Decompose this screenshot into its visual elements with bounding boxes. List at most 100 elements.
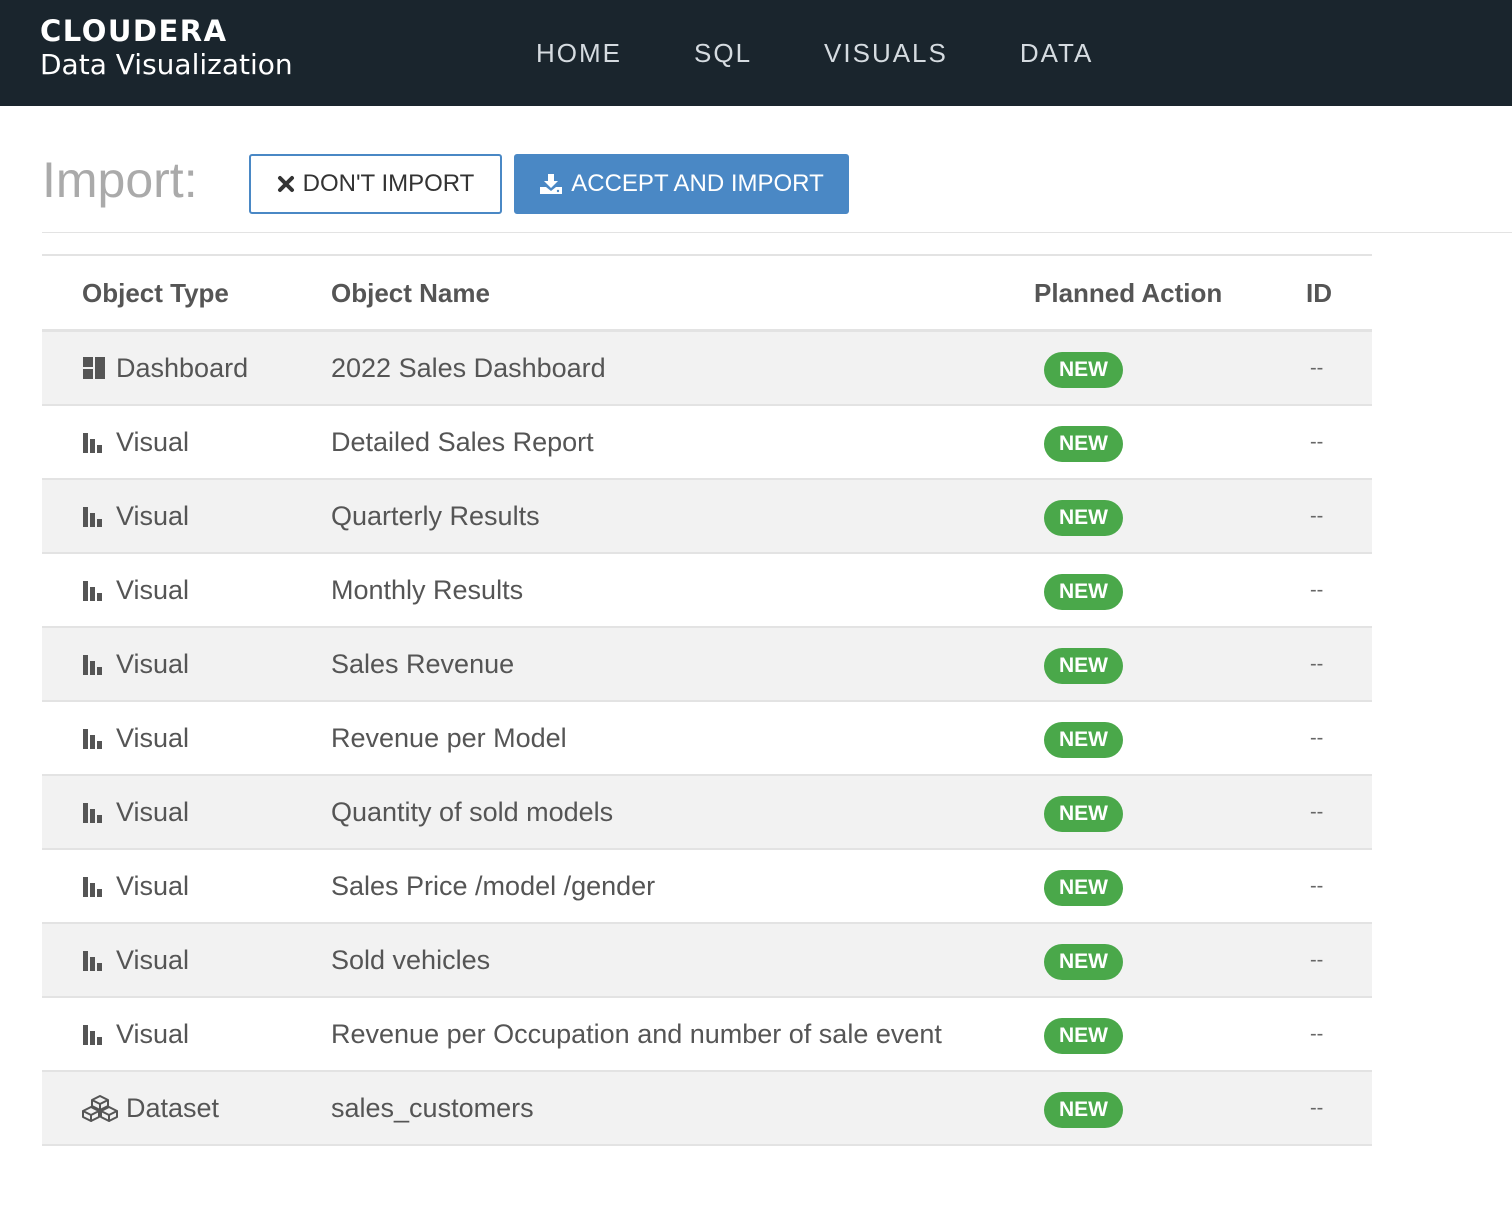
planned-action-cell: NEW (1044, 406, 1123, 478)
nav-data[interactable]: DATA (1020, 38, 1093, 69)
table-row: Visual Monthly Results NEW -- (42, 554, 1372, 628)
table-row: Visual Sales Revenue NEW -- (42, 628, 1372, 702)
download-icon (539, 173, 563, 195)
accept-and-import-button[interactable]: ACCEPT AND IMPORT (514, 154, 849, 214)
object-type-cell: Visual (82, 406, 189, 478)
planned-action-badge: NEW (1044, 648, 1123, 684)
planned-action-badge: NEW (1044, 796, 1123, 832)
object-type-label: Visual (116, 797, 190, 827)
object-type-label: Dashboard (116, 353, 249, 383)
table-row: Visual Quantity of sold models NEW -- (42, 776, 1372, 850)
table-row: Visual Revenue per Occupation and number… (42, 998, 1372, 1072)
object-type-cell: Visual (82, 998, 189, 1070)
object-type-cell: Visual (82, 628, 189, 700)
planned-action-cell: NEW (1044, 554, 1123, 626)
column-header-id: ID (1306, 278, 1332, 308)
planned-action-cell: NEW (1044, 850, 1123, 922)
main-nav: HOME SQL VISUALS DATA (500, 0, 1129, 106)
object-type-cell: Dataset (82, 1072, 219, 1144)
planned-action-badge: NEW (1044, 1018, 1123, 1054)
table-row: Visual Revenue per Model NEW -- (42, 702, 1372, 776)
table-row: Dashboard 2022 Sales Dashboard NEW -- (42, 332, 1372, 406)
accept-and-import-label: ACCEPT AND IMPORT (571, 170, 824, 197)
column-header-planned-action: Planned Action (1034, 278, 1223, 308)
planned-action-badge: NEW (1044, 1092, 1123, 1128)
page-title: Import: (42, 152, 198, 208)
bar-chart-icon (82, 430, 108, 454)
id-cell: -- (1310, 949, 1324, 971)
id-cell: -- (1310, 801, 1324, 823)
top-navigation-bar: CLOUDERA Data Visualization HOME SQL VIS… (0, 0, 1512, 106)
divider (42, 232, 1512, 233)
object-name-cell: Quarterly Results (331, 501, 540, 531)
column-header-object-name: Object Name (331, 278, 490, 308)
object-type-label: Visual (116, 501, 190, 531)
id-cell: -- (1310, 1097, 1324, 1119)
table-row: Visual Sales Price /model /gender NEW -- (42, 850, 1372, 924)
object-name-cell: Sales Price /model /gender (331, 871, 656, 901)
nav-visuals[interactable]: VISUALS (824, 38, 948, 69)
object-name-cell: 2022 Sales Dashboard (331, 353, 606, 383)
brand-logo[interactable]: CLOUDERA Data Visualization (40, 14, 293, 82)
bar-chart-icon (82, 652, 108, 676)
bar-chart-icon (82, 726, 108, 750)
dashboard-icon (82, 356, 108, 380)
planned-action-badge: NEW (1044, 352, 1123, 388)
object-type-cell: Visual (82, 480, 189, 552)
planned-action-badge: NEW (1044, 574, 1123, 610)
object-name-cell: Monthly Results (331, 575, 524, 605)
planned-action-cell: NEW (1044, 332, 1123, 404)
planned-action-cell: NEW (1044, 628, 1123, 700)
object-name-cell: Sold vehicles (331, 945, 491, 975)
planned-action-badge: NEW (1044, 944, 1123, 980)
id-cell: -- (1310, 727, 1324, 749)
column-header-object-type: Object Type (82, 278, 229, 308)
dataset-cubes-icon (82, 1094, 118, 1122)
object-type-label: Visual (116, 1019, 190, 1049)
object-type-label: Visual (116, 575, 190, 605)
bar-chart-icon (82, 800, 108, 824)
planned-action-cell: NEW (1044, 776, 1123, 848)
bar-chart-icon (82, 1022, 108, 1046)
planned-action-badge: NEW (1044, 870, 1123, 906)
object-name-cell: Sales Revenue (331, 649, 515, 679)
import-objects-table: Object Type Object Name Planned Action I… (42, 254, 1372, 1146)
planned-action-badge: NEW (1044, 722, 1123, 758)
id-cell: -- (1310, 357, 1324, 379)
id-cell: -- (1310, 653, 1324, 675)
bar-chart-icon (82, 874, 108, 898)
table-row: Visual Detailed Sales Report NEW -- (42, 406, 1372, 480)
object-type-label: Visual (116, 945, 190, 975)
close-icon (277, 175, 295, 193)
planned-action-cell: NEW (1044, 702, 1123, 774)
object-name-cell: Quantity of sold models (331, 797, 614, 827)
id-cell: -- (1310, 579, 1324, 601)
object-type-label: Visual (116, 871, 190, 901)
object-type-label: Visual (116, 723, 190, 753)
id-cell: -- (1310, 431, 1324, 453)
table-row: Visual Quarterly Results NEW -- (42, 480, 1372, 554)
id-cell: -- (1310, 1023, 1324, 1045)
id-cell: -- (1310, 875, 1324, 897)
object-type-cell: Visual (82, 554, 189, 626)
object-name-cell: Detailed Sales Report (331, 427, 594, 457)
bar-chart-icon (82, 578, 108, 602)
object-type-cell: Visual (82, 924, 189, 996)
nav-sql[interactable]: SQL (694, 38, 752, 69)
dont-import-button[interactable]: DON'T IMPORT (249, 154, 502, 214)
planned-action-cell: NEW (1044, 924, 1123, 996)
object-type-cell: Visual (82, 776, 189, 848)
planned-action-badge: NEW (1044, 500, 1123, 536)
table-row: Visual Sold vehicles NEW -- (42, 924, 1372, 998)
object-type-cell: Visual (82, 850, 189, 922)
table-row: Dataset sales_customers NEW -- (42, 1072, 1372, 1146)
planned-action-badge: NEW (1044, 426, 1123, 462)
bar-chart-icon (82, 504, 108, 528)
nav-home[interactable]: HOME (536, 38, 622, 69)
id-cell: -- (1310, 505, 1324, 527)
object-name-cell: Revenue per Occupation and number of sal… (331, 1019, 942, 1049)
brand-subtitle: Data Visualization (40, 48, 293, 81)
object-name-cell: Revenue per Model (331, 723, 567, 753)
dont-import-label: DON'T IMPORT (302, 170, 475, 197)
object-type-label: Dataset (126, 1093, 220, 1123)
